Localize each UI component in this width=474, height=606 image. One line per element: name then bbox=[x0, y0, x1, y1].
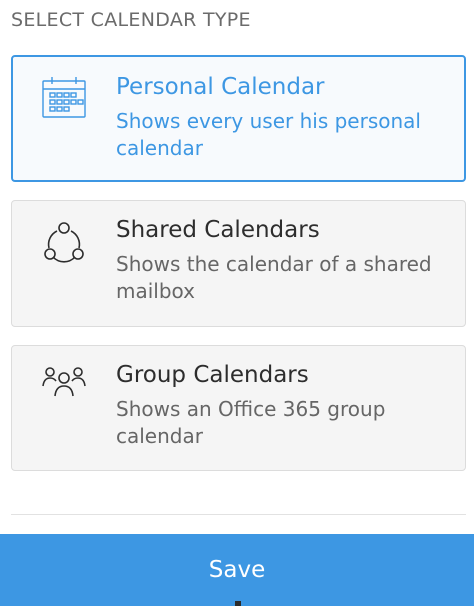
option-title: Shared Calendars bbox=[116, 217, 320, 243]
scroll-handle[interactable] bbox=[235, 601, 241, 606]
option-title: Group Calendars bbox=[116, 362, 309, 388]
option-description: Shows every user his personal calendar bbox=[116, 109, 421, 160]
calendar-icon bbox=[41, 75, 87, 121]
option-personal-calendar[interactable]: Personal Calendar Shows every user his p… bbox=[11, 55, 466, 182]
option-title: Personal Calendar bbox=[116, 74, 325, 100]
group-icon bbox=[41, 364, 87, 410]
save-button[interactable]: Save bbox=[0, 534, 474, 606]
option-description: Shows an Office 365 group calendar bbox=[116, 397, 386, 448]
share-network-icon bbox=[41, 219, 87, 265]
divider bbox=[11, 514, 466, 515]
option-shared-calendars[interactable]: Shared Calendars Shows the calendar of a… bbox=[11, 200, 466, 327]
option-description: Shows the calendar of a shared mailbox bbox=[116, 252, 432, 303]
section-title: SELECT CALENDAR TYPE bbox=[11, 9, 251, 31]
option-group-calendars[interactable]: Group Calendars Shows an Office 365 grou… bbox=[11, 345, 466, 471]
